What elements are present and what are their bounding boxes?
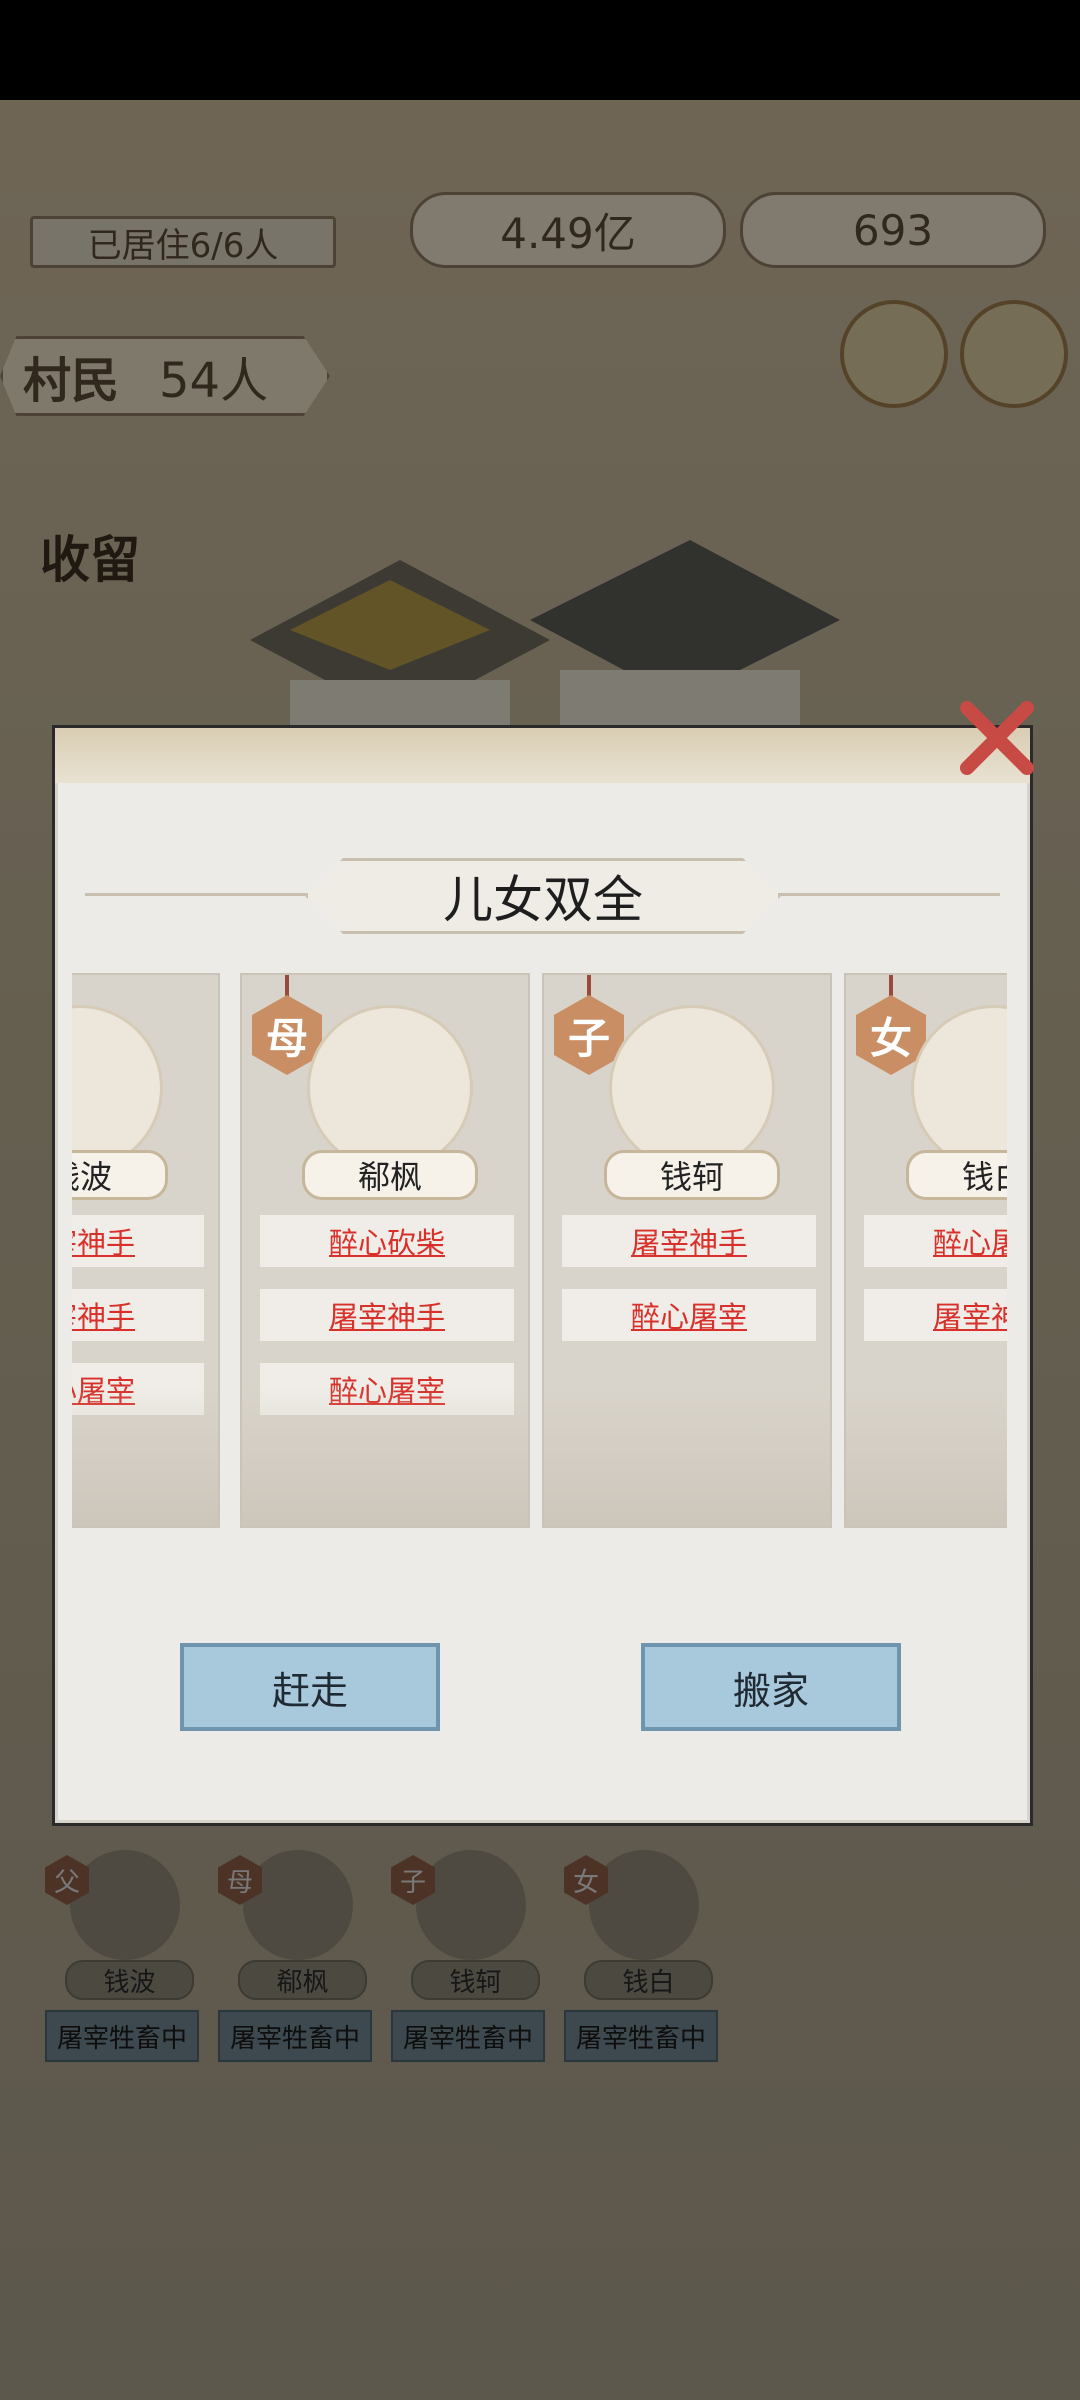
avatar [307,1005,473,1171]
member-card[interactable]: 母 郗枫 醉心砍柴 屠宰神手 醉心屠宰 [240,973,530,1528]
title-divider-left [85,893,315,896]
member-name: 钱白 [906,1150,1007,1200]
member-name: 钱轲 [604,1150,780,1200]
trait-label[interactable]: 醉心屠宰 [864,1215,1007,1267]
avatar [609,1005,775,1171]
trait-label[interactable]: 醉心砍柴 [260,1215,514,1267]
avatar [72,1005,163,1171]
trait-label[interactable]: 屠宰神手 [260,1289,514,1341]
evict-button[interactable]: 赶走 [180,1643,440,1731]
member-card[interactable]: 钱波 屠宰神手 屠宰神手 醉心屠宰 [72,973,220,1528]
member-card[interactable]: 子 钱轲 屠宰神手 醉心屠宰 [542,973,832,1528]
status-bar [0,0,1080,100]
title-divider-right [765,893,1000,896]
family-dialog: 儿女双全 钱波 屠宰神手 屠宰神手 醉心屠宰 母 郗枫 醉心砍柴 屠宰神手 醉心… [52,701,1034,1826]
trait-label[interactable]: 醉心屠宰 [72,1363,204,1415]
trait-label[interactable]: 醉心屠宰 [562,1289,816,1341]
member-name: 钱波 [72,1150,168,1200]
trait-label[interactable]: 醉心屠宰 [260,1363,514,1415]
dialog-title: 儿女双全 [443,871,643,929]
tag-string [587,975,591,997]
member-cards-scroller[interactable]: 钱波 屠宰神手 屠宰神手 醉心屠宰 母 郗枫 醉心砍柴 屠宰神手 醉心屠宰 子 … [72,973,1007,1528]
trait-label[interactable]: 屠宰神手 [72,1215,204,1267]
move-house-button[interactable]: 搬家 [641,1643,901,1731]
trait-label[interactable]: 屠宰神手 [562,1215,816,1267]
member-card[interactable]: 女 钱白 醉心屠宰 屠宰神手 [844,973,1007,1528]
dialog-title-banner: 儿女双全 [305,858,781,934]
tag-string [285,975,289,997]
close-icon[interactable] [952,693,1042,783]
trait-label[interactable]: 屠宰神手 [72,1289,204,1341]
member-name: 郗枫 [302,1150,478,1200]
dialog-header-strip [55,728,1030,783]
trait-label[interactable]: 屠宰神手 [864,1289,1007,1341]
tag-string [889,975,893,997]
